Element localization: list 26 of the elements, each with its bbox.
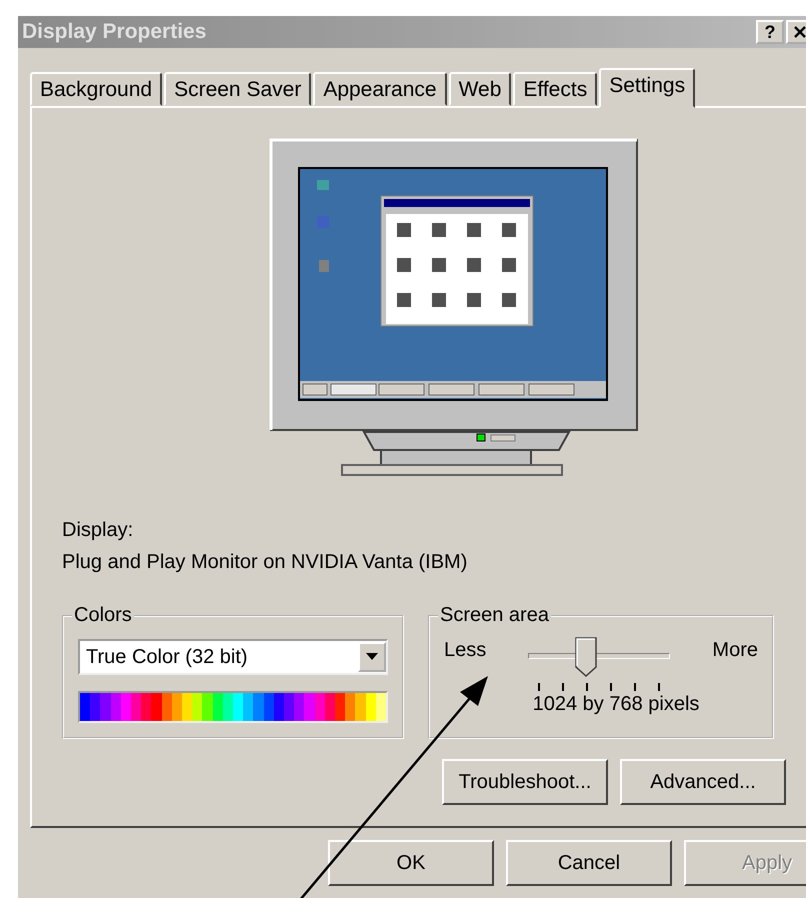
resolution-reading: 1024 by 768 pixels [532, 693, 700, 716]
dialog-button[interactable]: Troubleshoot... [442, 759, 608, 805]
group-title: Screen area [439, 604, 550, 627]
close-button[interactable] [786, 20, 806, 44]
help-button[interactable]: ? [756, 20, 784, 44]
tab[interactable]: Effects [513, 72, 598, 106]
slider-min-label: Less [444, 639, 486, 662]
caret-icon [366, 653, 378, 661]
tab[interactable]: Appearance [313, 72, 447, 106]
dropdown-button[interactable] [358, 642, 386, 672]
tab[interactable]: Screen Saver [164, 72, 312, 106]
tab[interactable]: Web [448, 72, 512, 106]
dialog-button[interactable]: Cancel [506, 840, 672, 886]
close-icon [793, 25, 806, 39]
window-title: Display Properties [22, 20, 206, 44]
display-label: Display: [62, 518, 134, 542]
tab[interactable]: Background [30, 72, 162, 106]
dialog-button[interactable]: Advanced... [620, 759, 786, 805]
slider-max-label: More [712, 639, 758, 662]
slider-thumb[interactable] [575, 637, 598, 677]
colors-dropdown[interactable]: True Color (32 bit) [78, 639, 388, 675]
tab[interactable]: Settings [599, 68, 696, 108]
resolution-slider[interactable] [528, 637, 670, 691]
group-title: Colors [73, 604, 133, 627]
dialog-button[interactable]: OK [328, 840, 494, 886]
display-device-name: Plug and Play Monitor on NVIDIA Vanta (IBM) [62, 550, 468, 574]
